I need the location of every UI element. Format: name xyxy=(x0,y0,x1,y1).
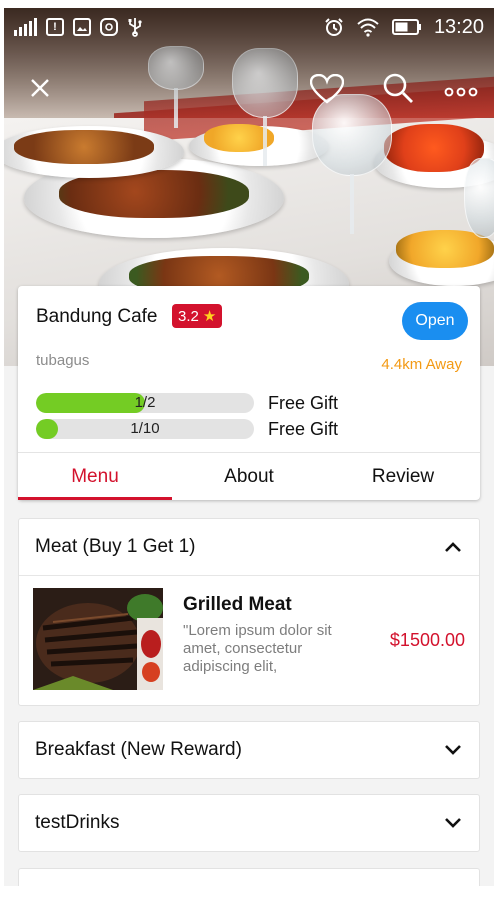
app-screen: ! 13:20 Bandung Cafe 3.2 ★ Open tubagus … xyxy=(4,8,494,886)
section-header[interactable]: testDrinks xyxy=(19,795,479,851)
item-title: Grilled Meat xyxy=(183,594,292,615)
menu-section-breakfast: Breakfast (New Reward) xyxy=(18,721,480,779)
section-title: Meat (Buy 1 Get 1) xyxy=(35,536,196,557)
chevron-down-icon[interactable] xyxy=(443,813,463,833)
notification-badge-text: ! xyxy=(53,21,57,33)
owner-name: tubagus xyxy=(36,352,90,369)
image-icon xyxy=(73,18,91,36)
section-title: Breakfast (New Reward) xyxy=(35,739,242,760)
item-image xyxy=(33,588,163,690)
section-header[interactable]: Breakfast (New Reward) xyxy=(19,722,479,778)
section-title: testDrinks xyxy=(35,812,120,833)
instagram-icon xyxy=(100,18,118,36)
reward-label: Free Gift xyxy=(268,419,339,439)
status-bar: ! 13:20 xyxy=(4,8,494,46)
close-icon[interactable] xyxy=(28,76,52,105)
section-header[interactable]: Meat (Buy 1 Get 1) xyxy=(19,519,479,575)
search-icon[interactable] xyxy=(382,72,414,109)
tab-about[interactable]: About xyxy=(172,453,326,500)
distance-text: 4.4km Away xyxy=(381,356,462,373)
cafe-info-card: Bandung Cafe 3.2 ★ Open tubagus 4.4km Aw… xyxy=(18,286,480,500)
more-icon[interactable] xyxy=(444,84,478,102)
star-icon: ★ xyxy=(202,308,217,325)
menu-item[interactable]: Grilled Meat "Lorem ipsum dolor sit amet… xyxy=(19,575,479,705)
wifi-icon xyxy=(357,18,379,37)
rating-badge: 3.2 ★ xyxy=(172,304,223,328)
menu-section-meat: Meat (Buy 1 Get 1) Grilled Meat "Lorem i… xyxy=(18,518,480,706)
usb-icon xyxy=(128,18,142,37)
alarm-icon xyxy=(325,18,343,36)
progress-text: 1/2 xyxy=(134,394,156,411)
chevron-up-icon[interactable] xyxy=(443,537,463,557)
reward-progress-row: 1/2 Free Gift xyxy=(36,392,456,414)
cafe-name: Bandung Cafe xyxy=(36,306,158,327)
heart-icon[interactable] xyxy=(309,73,345,109)
tab-review[interactable]: Review xyxy=(326,453,480,500)
reward-label: Free Gift xyxy=(268,393,339,413)
open-status-button[interactable]: Open xyxy=(402,302,468,340)
reward-progress-row: 1/10 Free Gift xyxy=(36,418,456,440)
menu-section-next xyxy=(18,868,480,886)
rating-value: 3.2 xyxy=(178,307,199,325)
progress-text: 1/10 xyxy=(130,420,160,437)
clock-time: 13:20 xyxy=(433,15,484,38)
menu-section-drinks: testDrinks xyxy=(18,794,480,852)
item-price: $1500.00 xyxy=(389,630,465,650)
signal-icon xyxy=(14,18,37,36)
tab-bar: Menu About Review xyxy=(18,452,480,500)
battery-icon xyxy=(391,19,421,35)
top-action-bar xyxy=(4,66,494,106)
chevron-down-icon[interactable] xyxy=(443,740,463,760)
tab-menu[interactable]: Menu xyxy=(18,453,172,500)
notification-icon: ! xyxy=(46,18,64,36)
item-description: "Lorem ipsum dolor sit amet, consectetur… xyxy=(183,622,332,675)
